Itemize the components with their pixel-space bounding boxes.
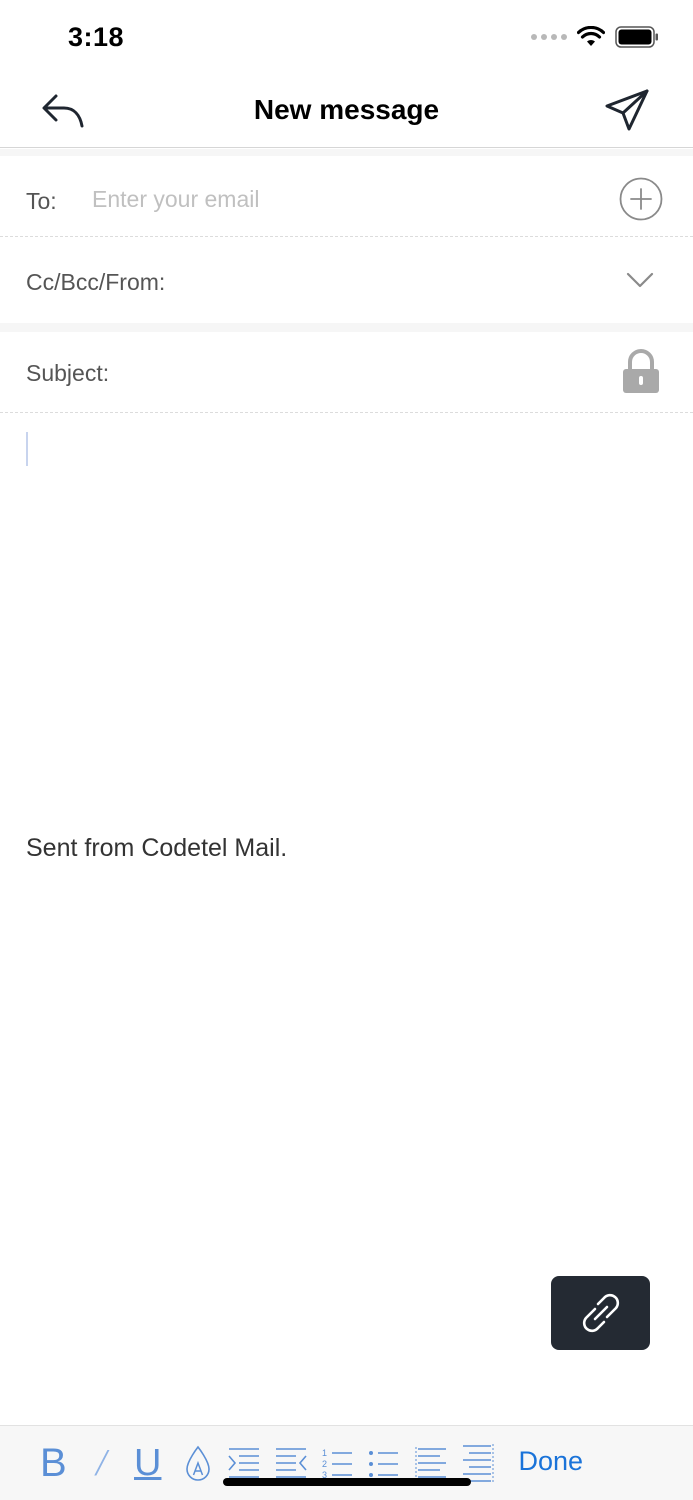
status-bar: 3:18 bbox=[0, 0, 693, 72]
cc-bcc-row[interactable]: Cc/Bcc/From: bbox=[0, 237, 693, 323]
chevron-down-icon bbox=[626, 272, 654, 288]
subject-label: Subject: bbox=[26, 360, 110, 386]
wifi-icon bbox=[577, 26, 605, 46]
home-indicator bbox=[223, 1478, 471, 1486]
to-row: To: bbox=[0, 156, 693, 236]
to-label: To: bbox=[26, 188, 57, 214]
subject-row: Subject: bbox=[0, 332, 693, 412]
bold-button[interactable]: B bbox=[40, 1440, 67, 1486]
italic-button[interactable]: / bbox=[96, 1440, 107, 1486]
status-time: 3:18 bbox=[68, 22, 125, 52]
text-cursor bbox=[26, 432, 28, 466]
done-button[interactable]: Done bbox=[518, 1446, 583, 1477]
battery-icon bbox=[615, 26, 658, 48]
bullet-list-icon bbox=[369, 1451, 398, 1477]
divider bbox=[0, 412, 693, 413]
lock-icon bbox=[623, 349, 659, 393]
subject-input[interactable] bbox=[130, 358, 600, 385]
section-gap bbox=[0, 323, 693, 332]
svg-text:2: 2 bbox=[322, 1459, 327, 1469]
add-circle-icon bbox=[619, 177, 663, 221]
paperclip-icon bbox=[582, 1293, 619, 1333]
add-recipient-button[interactable] bbox=[618, 176, 664, 222]
send-button[interactable] bbox=[599, 86, 655, 134]
page-title: New message bbox=[253, 94, 440, 125]
cellular-signal-icon bbox=[531, 34, 567, 40]
numbered-list-icon: 1 2 3 bbox=[322, 1448, 352, 1480]
to-input[interactable] bbox=[92, 186, 572, 213]
outdent-icon bbox=[276, 1448, 307, 1478]
expand-cc-button[interactable] bbox=[624, 267, 656, 293]
svg-text:1: 1 bbox=[322, 1448, 327, 1458]
nav-bar: New message bbox=[0, 72, 693, 148]
font-color-button[interactable] bbox=[184, 1440, 212, 1486]
section-gap bbox=[0, 149, 693, 156]
send-icon bbox=[605, 89, 649, 131]
align-right-icon bbox=[463, 1444, 494, 1482]
encrypt-toggle[interactable] bbox=[620, 348, 662, 396]
align-left-icon bbox=[415, 1447, 446, 1479]
message-body[interactable]: Sent from Codetel Mail. bbox=[0, 414, 693, 1424]
attach-button[interactable] bbox=[551, 1276, 650, 1350]
signature-text: Sent from Codetel Mail. bbox=[26, 834, 288, 862]
font-color-icon bbox=[186, 1445, 210, 1481]
cc-bcc-label: Cc/Bcc/From: bbox=[26, 269, 166, 295]
format-toolbar: B / U 1 2 3 Done bbox=[0, 1425, 693, 1500]
indent-icon bbox=[228, 1448, 259, 1478]
status-icons bbox=[531, 26, 659, 48]
underline-button[interactable]: U bbox=[134, 1440, 161, 1486]
